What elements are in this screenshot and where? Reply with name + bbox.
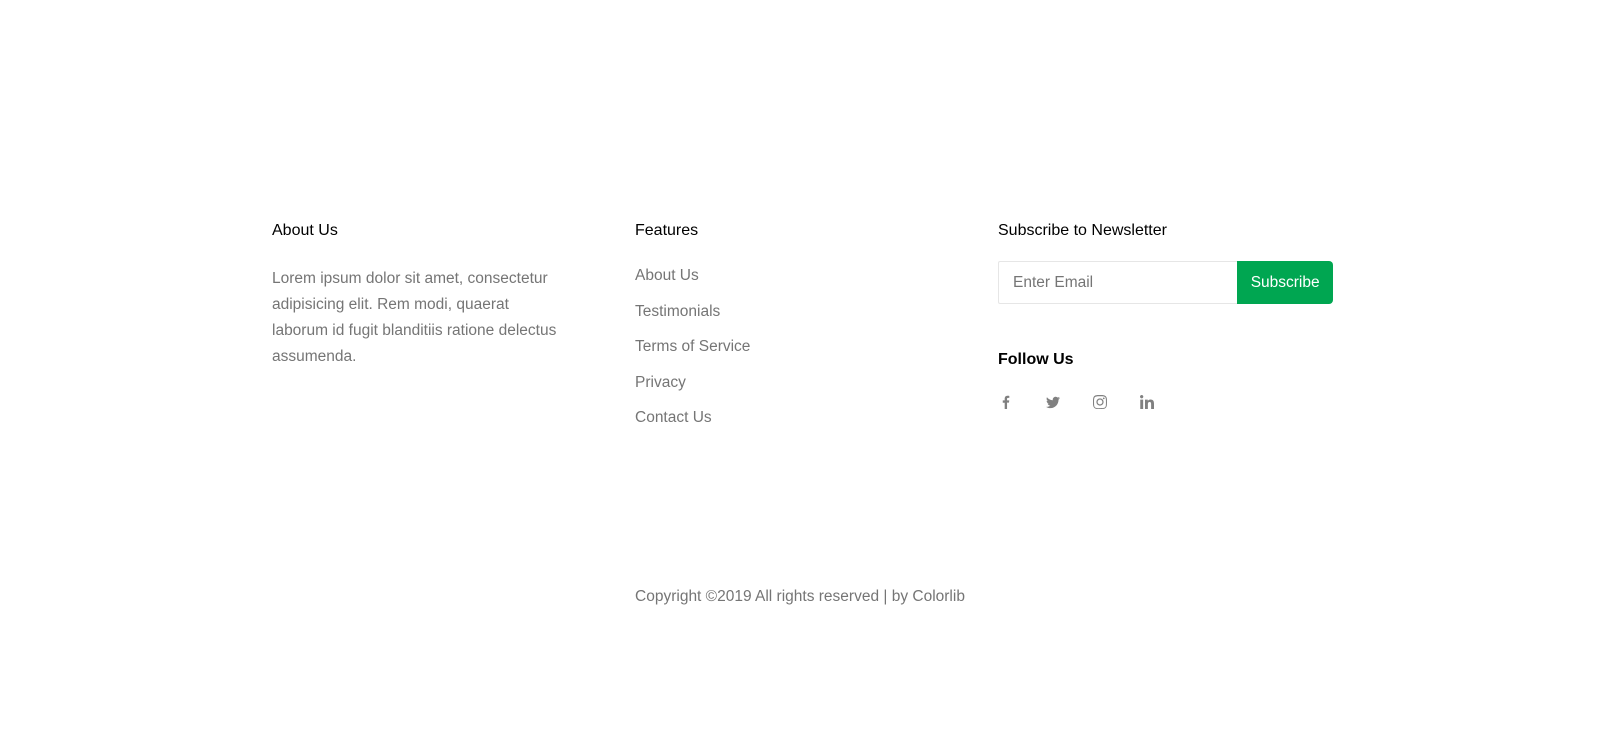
newsletter-heading: Subscribe to Newsletter [998,222,1167,239]
facebook-icon[interactable] [998,394,1014,410]
instagram-icon[interactable] [1092,394,1108,410]
subscribe-button[interactable]: Subscribe [1237,261,1333,304]
features-heading: Features [635,222,699,239]
features-list: About Us Testimonials Terms of Service P… [635,266,935,428]
copyright-text: Copyright ©2019 All rights reserved | by… [0,587,1600,607]
feature-link-terms-of-service[interactable]: Terms of Service [635,337,935,357]
feature-link-testimonials[interactable]: Testimonials [635,302,935,322]
linkedin-icon[interactable] [1139,394,1155,410]
newsletter-column: Subscribe to Newsletter Subscribe Follow… [998,221,1338,410]
feature-link-privacy[interactable]: Privacy [635,373,935,393]
twitter-icon[interactable] [1045,394,1061,410]
feature-link-about-us[interactable]: About Us [635,266,935,286]
follow-heading: Follow Us [998,351,1074,368]
feature-link-contact-us[interactable]: Contact Us [635,408,935,428]
colorlib-link[interactable]: Colorlib [912,588,965,605]
about-heading: About Us [272,222,338,239]
email-input[interactable] [998,261,1238,304]
site-footer: About Us Lorem ipsum dolor sit amet, con… [0,0,1600,733]
about-column: About Us Lorem ipsum dolor sit amet, con… [272,221,572,370]
about-text: Lorem ipsum dolor sit amet, consectetur … [272,270,557,365]
social-links [998,394,1338,410]
copyright-label: Copyright ©2019 All rights reserved | by [635,588,913,605]
subscribe-form: Subscribe [998,261,1333,304]
features-column: Features About Us Testimonials Terms of … [635,221,935,444]
